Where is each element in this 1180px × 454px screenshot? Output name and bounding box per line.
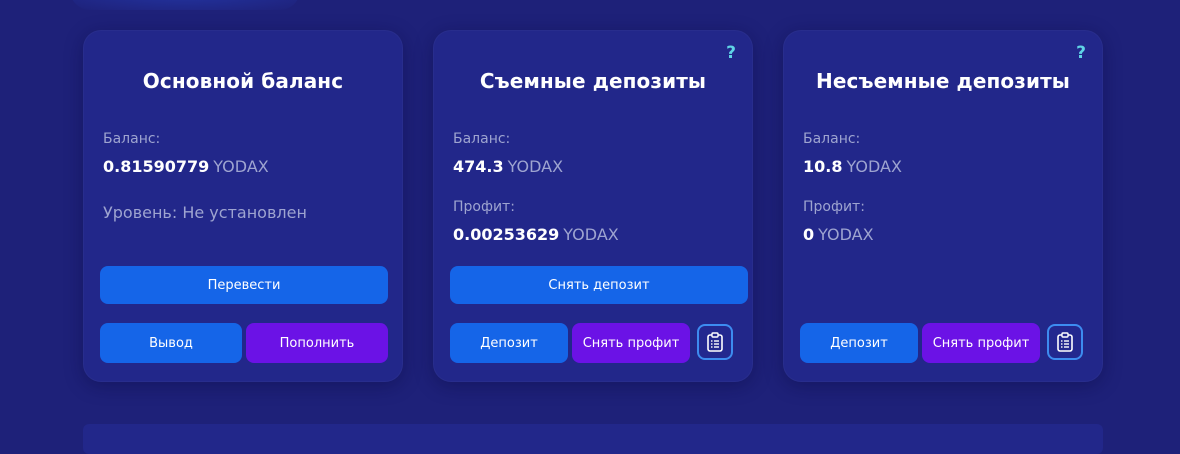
top-glow-decoration	[70, 0, 300, 10]
profit-unit: YODAX	[563, 225, 619, 244]
card-title: Съемные депозиты	[479, 69, 707, 93]
balance-label: Баланс:	[453, 131, 511, 147]
history-button[interactable]	[1047, 324, 1083, 360]
balance-amount: 474.3	[453, 157, 504, 176]
clipboard-icon	[707, 332, 723, 352]
balance-label: Баланс:	[103, 131, 161, 147]
balance-value: 474.3 YODAX	[453, 157, 563, 176]
withdraw-deposit-button[interactable]: Снять депозит	[450, 266, 748, 304]
clipboard-icon	[1057, 332, 1073, 352]
balance-unit: YODAX	[213, 157, 269, 176]
deposit-button[interactable]: Депозит	[450, 323, 568, 363]
help-icon[interactable]: ?	[726, 43, 736, 63]
balance-amount: 0.81590779	[103, 157, 210, 176]
balance-value: 10.8 YODAX	[803, 157, 902, 176]
transfer-button[interactable]: Перевести	[100, 266, 388, 304]
topup-button[interactable]: Пополнить	[246, 323, 388, 363]
card-title: Несъемные депозиты	[816, 69, 1070, 93]
level-text: Уровень: Не установлен	[103, 203, 307, 222]
deposit-button[interactable]: Депозит	[800, 323, 918, 363]
main-balance-card: Основной баланс Баланс: 0.81590779 YODAX …	[83, 30, 403, 382]
withdraw-profit-button[interactable]: Снять профит	[572, 323, 690, 363]
non-removable-deposits-card: ? Несъемные депозиты Баланс: 10.8 YODAX П…	[783, 30, 1103, 382]
profit-label: Профит:	[453, 199, 515, 215]
balance-value: 0.81590779 YODAX	[103, 157, 269, 176]
balance-label: Баланс:	[803, 131, 861, 147]
history-button[interactable]	[697, 324, 733, 360]
card-title: Основной баланс	[142, 69, 344, 93]
balance-unit: YODAX	[846, 157, 902, 176]
balance-amount: 10.8	[803, 157, 843, 176]
profit-amount: 0.00253629	[453, 225, 560, 244]
removable-deposits-card: ? Съемные депозиты Баланс: 474.3 YODAX Пр…	[433, 30, 753, 382]
profit-label: Профит:	[803, 199, 865, 215]
withdraw-profit-button[interactable]: Снять профит	[922, 323, 1040, 363]
profit-value: 0.00253629 YODAX	[453, 225, 619, 244]
balance-unit: YODAX	[507, 157, 564, 176]
withdraw-button[interactable]: Вывод	[100, 323, 242, 363]
profit-unit: YODAX	[818, 225, 874, 244]
help-icon[interactable]: ?	[1076, 43, 1086, 63]
bottom-panel	[83, 424, 1103, 454]
profit-amount: 0	[803, 225, 815, 244]
profit-value: 0 YODAX	[803, 225, 874, 244]
